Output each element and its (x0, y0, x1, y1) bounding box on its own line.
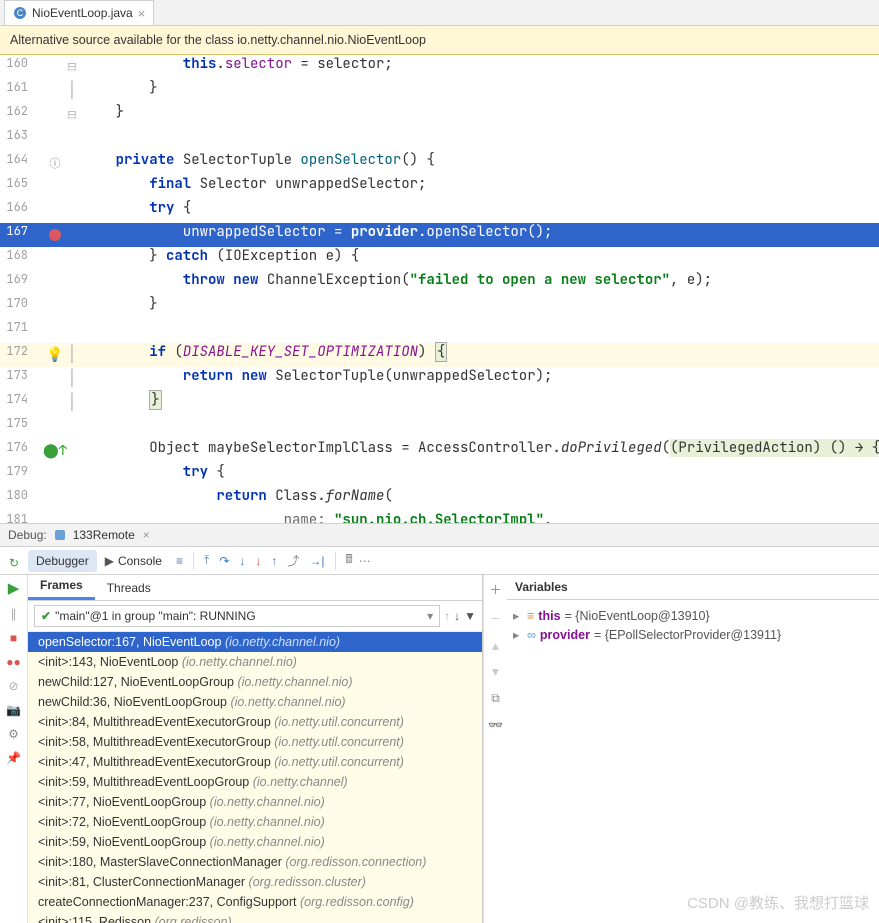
pause-icon[interactable]: ∥ (11, 607, 17, 621)
line-number: 174 (0, 391, 46, 415)
editor-tabbar: C NioEventLoop.java × (0, 0, 879, 26)
frames-pane: Frames Threads ✔ "main"@1 in group "main… (28, 575, 483, 923)
variables-pane: Variables ▸≡ this = {NioEventLoop@13910}… (507, 575, 879, 923)
bulb-icon[interactable]: 💡 (46, 346, 63, 364)
stack-frame[interactable]: openSelector:167, NioEventLoop (io.netty… (28, 632, 482, 652)
remove-watch-icon[interactable]: － (489, 610, 501, 627)
rerun-icon[interactable]: ↻ (9, 556, 19, 570)
step-into-icon[interactable]: ↓ (239, 554, 245, 568)
line-number: 169 (0, 271, 46, 295)
tab-filename: NioEventLoop.java (32, 6, 133, 20)
next-frame-icon[interactable]: ↓ (454, 609, 460, 623)
file-tab[interactable]: C NioEventLoop.java × (4, 0, 154, 25)
thread-selector[interactable]: ✔ "main"@1 in group "main": RUNNING ▾ (34, 605, 440, 627)
step-over-icon[interactable]: ↷ (219, 554, 229, 568)
tab-debugger[interactable]: Debugger (28, 550, 97, 572)
line-number: 168 (0, 247, 46, 271)
up-icon[interactable]: ▲ (490, 639, 502, 653)
code-editor[interactable]: 160⊟ this.selector = selector; 161│ } 16… (0, 55, 879, 523)
copy-icon[interactable]: ⧉ (491, 691, 500, 706)
stack-frame[interactable]: <init>:59, MultithreadEventLoopGroup (io… (28, 772, 482, 792)
line-number: 179 (0, 463, 46, 487)
line-number: 163 (0, 127, 46, 151)
get-thread-dump-icon[interactable]: 📷 (6, 703, 21, 717)
line-number: 176 (0, 439, 46, 463)
chevron-down-icon[interactable]: ▾ (427, 609, 433, 623)
line-number: 175 (0, 415, 46, 439)
debug-toolwindow-header: Debug: 133Remote × (0, 523, 879, 546)
variable-row[interactable]: ▸∞ provider = {EPollSelectorProvider@139… (511, 625, 875, 644)
line-number: 173 (0, 367, 46, 391)
banner-text: Alternative source available for the cla… (10, 33, 426, 47)
debug-toolbar: ↻ Debugger ▶Console ≡ ⤒ ↷ ↓ ↓ ↑ ⤴ →| 🖩 ⋯ (0, 546, 879, 575)
down-icon[interactable]: ▼ (490, 665, 502, 679)
trace-icon[interactable]: ⋯ (359, 554, 371, 568)
run-to-cursor-icon[interactable]: →| (309, 554, 324, 568)
stack-frame[interactable]: <init>:81, ClusterConnectionManager (org… (28, 872, 482, 892)
line-number: 170 (0, 295, 46, 319)
stack-frame[interactable]: <init>:72, NioEventLoopGroup (io.netty.c… (28, 812, 482, 832)
view-breakpoints-icon[interactable]: ●● (6, 655, 21, 669)
threads-icon[interactable]: ≡ (176, 554, 183, 568)
show-exec-point-icon[interactable]: ⤒ (204, 553, 209, 568)
add-watch-icon[interactable]: ＋ (489, 581, 501, 598)
threads-tab[interactable]: Threads (95, 576, 163, 600)
frames-tab[interactable]: Frames (28, 575, 95, 600)
line-number: 166 (0, 199, 46, 223)
frames-gutter: ＋ － ▲ ▼ ⧉ 👓 (483, 575, 507, 923)
stack-frame[interactable]: <init>:47, MultithreadEventExecutorGroup… (28, 752, 482, 772)
debug-sidebar: ▶ ∥ ■ ●● ⊘ 📷 ⚙ 📌 (0, 575, 28, 923)
stack-frame[interactable]: createConnectionManager:237, ConfigSuppo… (28, 892, 482, 912)
settings-icon[interactable]: ⚙ (8, 727, 19, 741)
check-icon: ✔ (41, 609, 51, 623)
stack-frame[interactable]: <init>:58, MultithreadEventExecutorGroup… (28, 732, 482, 752)
stack-frame[interactable]: <init>:84, MultithreadEventExecutorGroup… (28, 712, 482, 732)
line-number: 161 (0, 79, 46, 103)
stack-frame[interactable]: <init>:59, NioEventLoopGroup (io.netty.c… (28, 832, 482, 852)
line-number: 164 (0, 151, 46, 175)
evaluate-icon[interactable]: 🖩 (346, 550, 353, 571)
drop-frame-icon[interactable]: ⤴ (287, 552, 299, 569)
filter-icon[interactable]: ▼ (464, 609, 476, 623)
run-config-name[interactable]: 133Remote (73, 528, 135, 542)
current-exec-line: 167 unwrappedSelector = provider.openSel… (0, 223, 879, 247)
line-number: 160 (0, 55, 46, 79)
stack-frame[interactable]: newChild:127, NioEventLoopGroup (io.nett… (28, 672, 482, 692)
variables-list[interactable]: ▸≡ this = {NioEventLoop@13910}▸∞ provide… (507, 600, 879, 923)
watches-icon[interactable]: 👓 (488, 718, 503, 732)
svg-text:C: C (17, 8, 24, 18)
tab-console[interactable]: ▶Console (97, 550, 170, 572)
stack-frame[interactable]: <init>:115, Redisson (org.redisson) (28, 912, 482, 923)
close-icon[interactable]: × (143, 528, 150, 542)
run-config-icon (53, 528, 67, 542)
stack-frame[interactable]: <init>:143, NioEventLoop (io.netty.chann… (28, 652, 482, 672)
stack-frame[interactable]: <init>:180, MasterSlaveConnectionManager… (28, 852, 482, 872)
prev-frame-icon[interactable]: ↑ (444, 609, 450, 623)
mute-breakpoints-icon[interactable]: ⊘ (8, 679, 18, 693)
pin-icon[interactable]: 📌 (6, 751, 21, 765)
class-icon: C (13, 6, 27, 20)
close-icon[interactable]: × (138, 6, 146, 21)
variables-header: Variables (507, 575, 879, 600)
line-number: 162 (0, 103, 46, 127)
stop-icon[interactable]: ■ (10, 631, 17, 645)
line-number: 172 (0, 343, 46, 367)
alt-source-banner[interactable]: Alternative source available for the cla… (0, 26, 879, 55)
thread-name: "main"@1 in group "main": RUNNING (55, 609, 256, 623)
line-number: 181 (0, 511, 46, 523)
frames-list[interactable]: openSelector:167, NioEventLoop (io.netty… (28, 632, 482, 923)
line-number: 180 (0, 487, 46, 511)
variable-row[interactable]: ▸≡ this = {NioEventLoop@13910} (511, 606, 875, 625)
stack-frame[interactable]: <init>:77, NioEventLoopGroup (io.netty.c… (28, 792, 482, 812)
breakpoint-icon[interactable] (49, 229, 61, 241)
override-gutter-icon[interactable]: ⓘ (46, 151, 64, 175)
step-out-icon[interactable]: ↑ (271, 554, 277, 568)
line-number: 165 (0, 175, 46, 199)
stack-frame[interactable]: newChild:36, NioEventLoopGroup (io.netty… (28, 692, 482, 712)
resume-icon[interactable]: ▶ (8, 579, 20, 597)
line-number: 171 (0, 319, 46, 343)
debug-label: Debug: (8, 528, 47, 542)
force-step-into-icon[interactable]: ↓ (255, 554, 261, 568)
